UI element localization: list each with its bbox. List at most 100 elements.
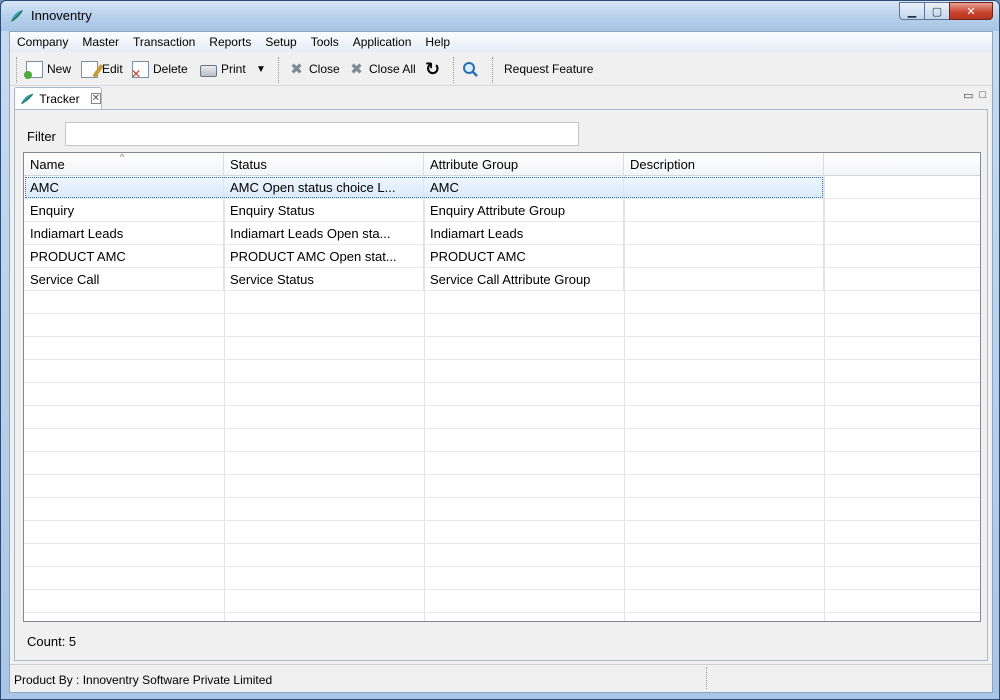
cell-attribute-group: AMC [424,176,624,199]
edit-button[interactable]: Edit [81,60,123,78]
menu-company[interactable]: Company [10,32,75,52]
menu-help[interactable]: Help [418,32,457,52]
tab-tracker[interactable]: Tracker ✕ [14,87,102,109]
table-row[interactable]: Indiamart Leads Indiamart Leads Open sta… [24,222,980,245]
search-icon [463,61,478,77]
delete-label: Delete [153,62,188,76]
empty-row [24,521,980,544]
title-bar[interactable]: Innoventry ▁ ▢ ✕ [1,1,999,31]
status-separator [706,667,707,689]
empty-row [24,567,980,590]
maximize-button[interactable]: ▢ [924,2,950,20]
table-row[interactable]: Service Call Service Status Service Call… [24,268,980,291]
toolbar-separator [278,57,279,83]
view-minimize-icon[interactable]: ▭ [963,89,973,102]
table-row[interactable]: AMC AMC Open status choice L... AMC [24,176,980,199]
cell-attribute-group: PRODUCT AMC [424,245,624,268]
maximize-icon: ▢ [931,5,943,18]
close-window-button[interactable]: ✕ [949,2,993,20]
empty-row [24,590,980,613]
app-window: Innoventry ▁ ▢ ✕ Company Master Transact… [0,0,1000,700]
empty-row [24,406,980,429]
request-feature-label: Request Feature [504,62,594,76]
new-document-icon [24,60,43,79]
delete-button[interactable]: Delete [131,60,188,81]
tab-close-icon[interactable]: ✕ [90,93,101,104]
column-header-attribute-group[interactable]: Attribute Group [424,153,624,176]
view-maximize-icon[interactable]: □ [979,89,986,102]
cell-attribute-group: Service Call Attribute Group [424,268,624,291]
app-logo-icon [11,10,23,22]
refresh-icon: ↻ [424,58,441,79]
chevron-down-icon: ▼ [256,63,266,75]
filter-label: Filter [27,129,56,144]
new-button[interactable]: New [24,60,71,79]
record-count: Count: 5 [27,634,77,649]
client-area: Company Master Transaction Reports Setup… [9,31,993,693]
empty-row [24,498,980,521]
table-row[interactable]: PRODUCT AMC PRODUCT AMC Open stat... PRO… [24,245,980,268]
cell-description [624,222,824,245]
cell-name: Indiamart Leads [24,222,224,245]
request-feature-button[interactable]: Request Feature [504,60,593,78]
empty-row [24,291,980,314]
cell-attribute-group: Enquiry Attribute Group [424,199,624,222]
print-dropdown-button[interactable]: ▼ [256,60,266,78]
menu-transaction[interactable]: Transaction [126,32,202,52]
refresh-button[interactable]: ↻ [424,60,441,78]
empty-row [24,314,980,337]
tab-bar: Tracker ✕ ▭ □ [12,87,990,109]
menu-setup[interactable]: Setup [258,32,303,52]
table-header: Name ^ Status Attribute Group Descriptio… [24,153,980,176]
toolbar-separator [492,57,493,83]
empty-row [24,544,980,567]
empty-row [24,452,980,475]
close-label: Close [309,62,340,76]
print-button[interactable]: Print [200,60,246,78]
status-bar: Product By : Innoventry Software Private… [10,664,992,692]
empty-row [24,429,980,452]
cell-description [624,176,824,199]
cell-status: Service Status [224,268,424,291]
menu-tools[interactable]: Tools [304,32,346,52]
close-tab-button[interactable]: ✖ Close [288,60,340,78]
delete-icon [131,60,149,81]
empty-row [24,360,980,383]
cell-name: PRODUCT AMC [24,245,224,268]
cell-status: PRODUCT AMC Open stat... [224,245,424,268]
edit-label: Edit [102,62,123,76]
tracker-panel: Filter Name ^ Status Attribute Group Des… [14,109,988,661]
table-body: AMC AMC Open status choice L... AMC Enqu… [24,176,980,613]
menu-application[interactable]: Application [346,32,419,52]
window-title: Innoventry [31,8,92,23]
column-header-description[interactable]: Description [624,153,824,176]
column-header-name[interactable]: Name ^ [24,153,224,176]
minimize-icon: ▁ [907,5,917,18]
filter-input[interactable] [65,122,579,146]
cell-description [624,199,824,222]
tracker-table: Name ^ Status Attribute Group Descriptio… [23,152,981,622]
cell-name: AMC [24,176,224,199]
table-row[interactable]: Enquiry Enquiry Status Enquiry Attribute… [24,199,980,222]
tracker-icon [20,93,34,104]
edit-icon [81,60,98,78]
toolbar-separator [16,57,17,83]
close-icon: ✕ [966,5,976,18]
printer-icon [200,64,217,77]
cell-status: AMC Open status choice L... [224,176,424,199]
cell-status: Indiamart Leads Open sta... [224,222,424,245]
print-label: Print [221,62,246,76]
sort-ascending-icon: ^ [120,152,125,162]
cell-name: Enquiry [24,199,224,222]
close-all-button[interactable]: ✖ Close All [348,60,416,78]
cell-description [624,245,824,268]
column-header-status[interactable]: Status [224,153,424,176]
minimize-button[interactable]: ▁ [899,2,925,20]
close-all-label: Close All [369,62,416,76]
cell-name: Service Call [24,268,224,291]
search-button[interactable] [462,60,479,78]
empty-row [24,337,980,360]
close-all-icon: ✖ [350,60,363,78]
menu-reports[interactable]: Reports [202,32,258,52]
menu-master[interactable]: Master [75,32,126,52]
